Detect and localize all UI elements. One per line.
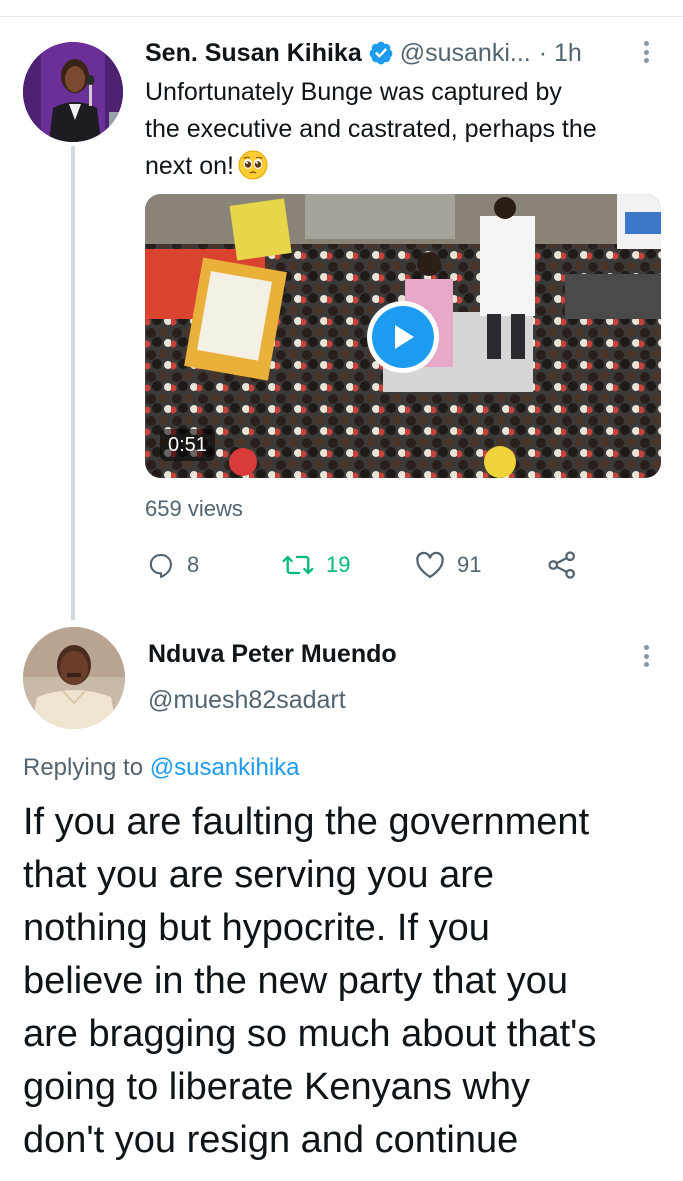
- reply-text: If you are faulting the government that …: [23, 796, 673, 1167]
- reply-text-line: are bragging so much about that's: [23, 1013, 597, 1055]
- reply-button[interactable]: 8: [147, 545, 199, 585]
- author-name[interactable]: Sen. Susan Kihika: [145, 39, 362, 68]
- video-player[interactable]: 0:51: [145, 194, 661, 478]
- tweet-actions: 8 19 91: [145, 545, 665, 585]
- avatar[interactable]: [23, 42, 123, 142]
- thread-connector-line: [71, 146, 75, 620]
- reply-text-line: that you are serving you are: [23, 854, 495, 896]
- retweet-count: 19: [326, 552, 351, 577]
- tweet-text-line: next on!: [145, 148, 665, 185]
- reply-avatar-photo: [23, 627, 125, 729]
- tweet-timestamp[interactable]: · 1h: [539, 39, 582, 68]
- author-handle[interactable]: @susanki...: [400, 39, 531, 68]
- reply-text-line: believe in the new party that you: [23, 960, 569, 1002]
- verified-badge-icon: [369, 41, 393, 65]
- video-duration: 0:51: [160, 429, 215, 461]
- reply-icon: [149, 554, 172, 579]
- pleading-face-emoji-icon: [238, 150, 268, 180]
- replying-to-label: Replying to: [23, 754, 150, 781]
- tweet-text-line: Unfortunately Bunge was captured by: [145, 78, 562, 106]
- like-button[interactable]: 91: [415, 545, 481, 585]
- play-icon: [372, 306, 434, 368]
- reply-text-line: going to liberate Kenyans why: [23, 1066, 530, 1108]
- heart-icon: [416, 551, 444, 578]
- share-icon: [548, 551, 575, 579]
- tweet-text-line: the executive and castrated, perhaps the: [145, 115, 597, 143]
- replying-to: Replying to @susankihika: [23, 754, 300, 782]
- reply-avatar[interactable]: [23, 627, 125, 729]
- reply-author-name[interactable]: Nduva Peter Muendo: [148, 640, 397, 669]
- like-count: 91: [457, 552, 482, 577]
- play-button[interactable]: [367, 301, 439, 373]
- reply-text-line: don't you resign and continue: [23, 1119, 519, 1161]
- view-count: 659 views: [145, 496, 243, 521]
- tweet-header: Sen. Susan Kihika @susanki... · 1h: [145, 36, 582, 70]
- share-button[interactable]: [547, 545, 577, 585]
- retweet-icon: [282, 555, 314, 575]
- replying-to-mention[interactable]: @susankihika: [150, 754, 300, 781]
- avatar-photo: [23, 42, 123, 142]
- tweet-text-fragment: next on!: [145, 152, 234, 180]
- reply-text-line: If you are faulting the government: [23, 801, 590, 843]
- more-options-icon[interactable]: [636, 38, 656, 66]
- retweet-button[interactable]: 19: [282, 545, 350, 585]
- reply-more-options-icon[interactable]: [636, 642, 656, 670]
- tweet-text: Unfortunately Bunge was captured by the …: [145, 74, 665, 185]
- reply-text-line: nothing but hypocrite. If you: [23, 907, 490, 949]
- reply-count: 8: [187, 552, 200, 577]
- reply-author-handle[interactable]: @muesh82sadart: [148, 686, 346, 715]
- top-divider: [0, 16, 683, 17]
